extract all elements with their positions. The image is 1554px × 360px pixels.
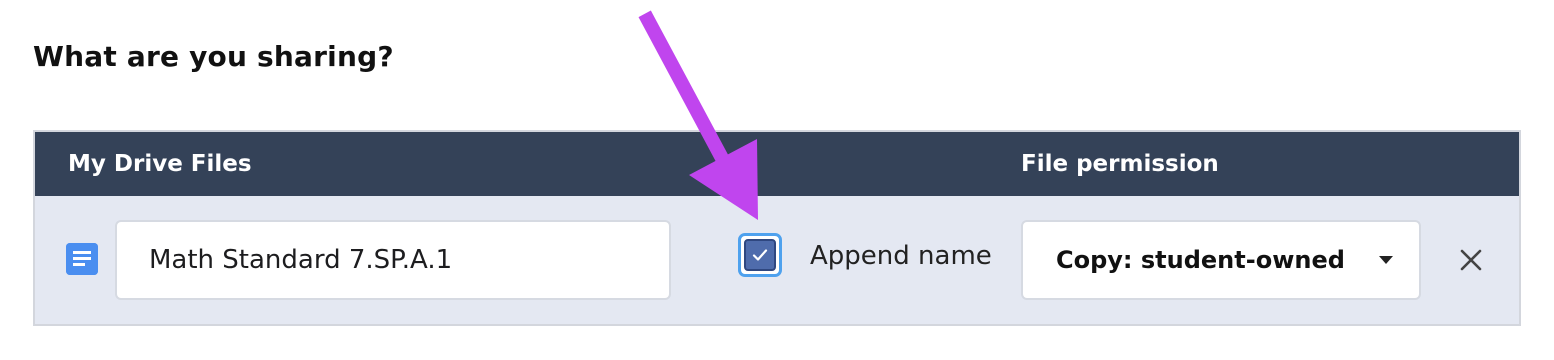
google-doc-icon xyxy=(66,243,98,275)
file-permission-select[interactable]: Copy: student-owned xyxy=(1021,220,1421,300)
files-table: My Drive Files File permission Append na… xyxy=(33,130,1521,326)
remove-file-button[interactable] xyxy=(1453,242,1489,278)
append-name-checkbox[interactable] xyxy=(738,233,782,277)
file-permission-value: Copy: student-owned xyxy=(1056,246,1345,274)
table-header: My Drive Files File permission xyxy=(35,132,1519,196)
header-file-permission: File permission xyxy=(1021,151,1219,177)
append-name-label: Append name xyxy=(810,241,992,271)
close-icon xyxy=(1460,249,1482,271)
checkmark-icon xyxy=(752,249,768,261)
checkbox-box xyxy=(744,239,776,271)
share-files-page: What are you sharing? My Drive Files Fil… xyxy=(0,0,1554,360)
caret-down-icon xyxy=(1379,256,1393,264)
file-name-input[interactable] xyxy=(115,220,671,300)
header-my-drive-files: My Drive Files xyxy=(68,151,252,177)
section-title: What are you sharing? xyxy=(33,40,394,73)
